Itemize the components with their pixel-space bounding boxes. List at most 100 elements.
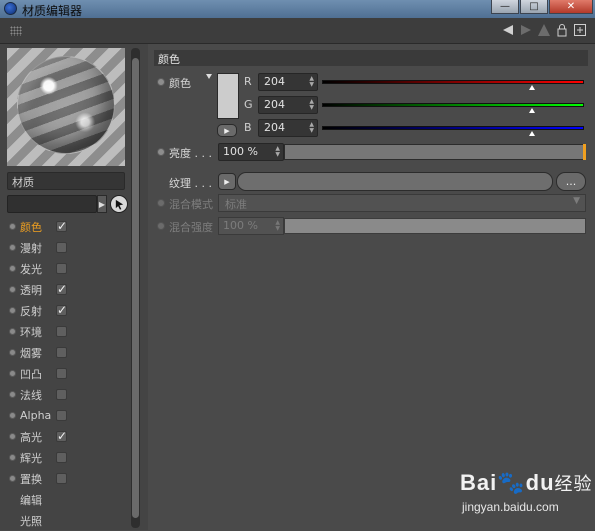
channel-item[interactable]: 高光 ✓ <box>0 426 130 447</box>
brightness-input[interactable]: 100 % ▲ ▼ <box>218 143 284 161</box>
material-preview[interactable] <box>7 48 125 166</box>
attributes-panel: 颜色 颜色 ▶ R 204 ▲ ▼ G 204 ▲ ▼ B 204 ▲ ▼ 亮度 . . . 100 … <box>148 44 595 530</box>
paw-icon: 🐾 <box>497 470 526 495</box>
channel-checkbox[interactable] <box>56 410 67 421</box>
watermark-url: jingyan.baidu.com <box>462 500 559 514</box>
blend-mode-select: 标准 ▼ <box>218 194 586 212</box>
grip-handle-icon[interactable] <box>10 26 22 36</box>
channel-search-input[interactable] <box>7 195 97 213</box>
channel-item[interactable]: 烟雾 <box>0 342 130 363</box>
channel-checkbox[interactable] <box>56 389 67 400</box>
channel-item[interactable]: 凹凸 <box>0 363 130 384</box>
window-titlebar[interactable]: 材质编辑器 — □ ✕ <box>0 0 595 18</box>
up-arrow-icon[interactable] <box>537 23 551 37</box>
blend-strength-input: 100 % ▲ ▼ <box>218 217 284 235</box>
blend-mode-keyframe-dot <box>157 199 165 207</box>
r-value-input[interactable]: 204 ▲ ▼ <box>258 73 318 91</box>
color-picker-dropdown-icon[interactable] <box>206 74 212 79</box>
color-mode-button[interactable]: ▶ <box>217 124 237 137</box>
blend-mode-value: 标准 <box>225 198 247 211</box>
b-value: 204 <box>264 121 285 134</box>
r-value: 204 <box>264 75 285 88</box>
blend-strength-slider <box>284 218 586 234</box>
baidu-watermark-logo: Bai🐾du经验 <box>460 470 593 496</box>
brightness-spinner-icon[interactable]: ▲ ▼ <box>275 146 280 158</box>
brightness-keyframe-dot[interactable] <box>157 148 165 156</box>
channel-label: 法线 <box>20 388 42 402</box>
sidebar-scrollbar[interactable] <box>131 48 140 528</box>
channel-checkbox[interactable]: ✓ <box>56 283 67 295</box>
channel-item[interactable]: 反射 ✓ <box>0 300 130 321</box>
channel-item[interactable]: Alpha <box>0 405 130 426</box>
color-swatch[interactable] <box>217 73 239 119</box>
channel-label: Alpha <box>20 409 52 422</box>
channel-item[interactable]: 颜色 ✓ <box>0 216 130 237</box>
channel-item[interactable]: 光照 <box>0 510 130 531</box>
r-slider[interactable] <box>322 80 584 84</box>
g-value-input[interactable]: 204 ▲ ▼ <box>258 96 318 114</box>
channel-item[interactable]: 透明 ✓ <box>0 279 130 300</box>
search-dropdown-arrow-icon[interactable]: ▶ <box>97 195 107 213</box>
color-keyframe-dot[interactable] <box>157 78 165 86</box>
g-slider[interactable] <box>322 103 584 107</box>
new-window-icon[interactable] <box>573 23 587 37</box>
channel-checkbox[interactable] <box>56 452 67 463</box>
channel-checkbox[interactable] <box>56 368 67 379</box>
back-arrow-icon[interactable] <box>501 23 515 37</box>
channel-dot-icon <box>9 412 16 419</box>
color-section-header: 颜色 <box>154 50 588 66</box>
r-slider-knob[interactable] <box>528 85 535 90</box>
b-slider[interactable] <box>322 126 584 130</box>
spinner-icon[interactable]: ▲ ▼ <box>309 76 314 88</box>
chevron-down-icon: ▼ <box>573 196 580 206</box>
material-name-field[interactable]: 材质 <box>7 172 125 190</box>
channel-checkbox[interactable]: ✓ <box>56 220 67 232</box>
lock-icon[interactable] <box>555 23 569 37</box>
texture-browse-button[interactable]: ... <box>556 172 586 191</box>
channel-label: 光照 <box>20 514 42 528</box>
channel-item[interactable]: 辉光 <box>0 447 130 468</box>
channel-dot-icon <box>9 265 16 272</box>
minimize-button[interactable]: — <box>491 0 519 14</box>
texture-menu-button[interactable]: ▶ <box>218 173 236 190</box>
channel-dot-icon <box>9 370 16 377</box>
pick-cursor-button[interactable] <box>110 195 128 213</box>
channel-item[interactable]: 环境 <box>0 321 130 342</box>
channel-checkbox[interactable] <box>56 263 67 274</box>
channel-label: 环境 <box>20 325 42 339</box>
channel-checkbox[interactable] <box>56 326 67 337</box>
texture-label: 纹理 . . . <box>169 177 212 190</box>
maximize-button[interactable]: □ <box>520 0 548 14</box>
b-slider-knob[interactable] <box>528 131 535 136</box>
spinner-icon[interactable]: ▲ ▼ <box>309 122 314 134</box>
scrollbar-thumb[interactable] <box>132 58 139 518</box>
channel-label: 辉光 <box>20 451 42 465</box>
channel-item[interactable]: 发光 <box>0 258 130 279</box>
channel-dot-icon <box>9 454 16 461</box>
brightness-slider[interactable] <box>284 144 586 160</box>
watermark-brand-2: du <box>525 470 555 495</box>
blend-strength-label: 混合强度 <box>169 221 213 234</box>
watermark-suffix: 经验 <box>554 474 593 494</box>
channel-item[interactable]: 法线 <box>0 384 130 405</box>
channel-letter-r: R <box>244 75 252 88</box>
g-slider-knob[interactable] <box>528 108 535 113</box>
channel-item[interactable]: 置换 <box>0 468 130 489</box>
channel-dot-icon <box>9 307 16 314</box>
close-button[interactable]: ✕ <box>549 0 593 14</box>
channel-checkbox[interactable] <box>56 347 67 358</box>
channel-item[interactable]: 编辑 <box>0 489 130 510</box>
blend-strength-keyframe-dot <box>157 222 165 230</box>
channel-checkbox[interactable]: ✓ <box>56 304 67 316</box>
channel-item[interactable]: 漫射 <box>0 237 130 258</box>
texture-slot[interactable] <box>237 172 553 191</box>
channel-dot-icon <box>9 433 16 440</box>
channel-checkbox[interactable]: ✓ <box>56 430 67 442</box>
b-value-input[interactable]: 204 ▲ ▼ <box>258 119 318 137</box>
channel-dot-icon <box>9 328 16 335</box>
forward-arrow-icon[interactable] <box>519 23 533 37</box>
spinner-icon[interactable]: ▲ ▼ <box>309 99 314 111</box>
channel-checkbox[interactable] <box>56 242 67 253</box>
brightness-slider-end <box>583 144 586 160</box>
channel-checkbox[interactable] <box>56 473 67 484</box>
